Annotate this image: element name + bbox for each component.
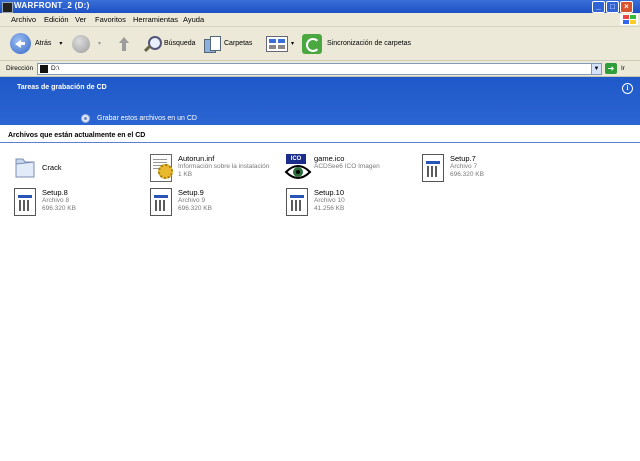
window-title: WARFRONT_2 (D:) [14, 1, 90, 10]
menu-archivo[interactable]: Archivo [11, 15, 36, 24]
menu-ayuda[interactable]: Ayuda [183, 15, 204, 24]
document-icon [420, 152, 448, 184]
search-icon [143, 35, 162, 53]
forward-button[interactable]: ▾ [72, 27, 101, 60]
file-name: Setup.8 [42, 188, 68, 197]
folders-button[interactable]: Carpetas [204, 27, 252, 60]
chevron-down-icon[interactable]: ▾ [291, 40, 294, 47]
windows-logo-icon [620, 14, 638, 25]
ico-image-icon: ICO [284, 152, 312, 184]
go-arrow-icon[interactable]: ➜ [605, 63, 617, 74]
toolbar: Atrás ▾ ▾ Búsqueda Carpetas ▾ Sincroniza… [0, 27, 640, 61]
burn-cd-action[interactable]: Grabar estos archivos en un CD [81, 114, 197, 123]
file-size: 41.256 KB [314, 205, 345, 212]
back-button[interactable]: Atrás ▾ [10, 27, 62, 60]
file-item-setup-8[interactable]: Setup.8 Archivo 8 696.320 KB [12, 186, 147, 226]
search-label: Búsqueda [164, 40, 196, 47]
menu-bar: Archivo Edición Ver Favoritos Herramient… [0, 13, 640, 27]
folder-icon [12, 152, 40, 184]
go-button[interactable]: Ir [621, 65, 625, 72]
file-item-setup-7[interactable]: Setup.7 Archivo 7 696.320 KB [420, 152, 555, 192]
search-button[interactable]: Búsqueda [143, 27, 196, 60]
forward-arrow-icon [72, 34, 90, 53]
menu-edicion[interactable]: Edición [44, 15, 69, 24]
cd-disc-icon [81, 114, 90, 123]
sync-icon [302, 33, 322, 54]
file-name: Setup.7 [450, 154, 476, 163]
file-type: Información sobre la instalación [178, 163, 270, 170]
up-folder-button[interactable] [116, 27, 130, 60]
back-label: Atrás [35, 40, 52, 47]
cd-tasks-panel: Tareas de grabación de CD i Grabar estos… [0, 77, 640, 125]
cd-drive-icon [40, 65, 48, 73]
views-icon [266, 35, 288, 52]
document-icon [148, 186, 176, 218]
folders-label: Carpetas [224, 40, 253, 47]
maximize-button[interactable]: □ [606, 1, 619, 13]
menu-ver[interactable]: Ver [75, 15, 86, 24]
address-input[interactable]: D:\ ▼ [37, 63, 602, 75]
files-section-title: Archivos que están actualmente en el CD [8, 132, 146, 139]
chevron-down-icon: ▾ [98, 41, 102, 47]
burn-cd-label: Grabar estos archivos en un CD [97, 115, 197, 122]
up-arrow-icon [116, 36, 130, 51]
file-name: Setup.10 [314, 188, 345, 197]
file-item-setup-9[interactable]: Setup.9 Archivo 9 696.320 KB [148, 186, 283, 226]
chevron-down-icon[interactable]: ▾ [59, 40, 62, 47]
title-bar[interactable]: WARFRONT_2 (D:) _ □ × [0, 0, 640, 13]
file-size: 696.320 KB [42, 205, 76, 212]
document-icon [284, 186, 312, 218]
file-type: Archivo 9 [178, 197, 206, 204]
file-name: Crack [42, 163, 62, 172]
views-button[interactable]: ▾ [266, 27, 294, 60]
sync-label: Sincronización de carpetas [327, 40, 412, 47]
sync-folders-button[interactable]: Sincronización de carpetas [302, 27, 411, 60]
file-type: Archivo 7 [450, 163, 478, 170]
menu-herramientas[interactable]: Herramientas [133, 15, 178, 24]
menu-favoritos[interactable]: Favoritos [95, 15, 126, 24]
file-type: ACDSee6 ICO Imagen [314, 163, 380, 170]
address-bar: Dirección D:\ ▼ ➜ Ir [0, 61, 640, 77]
file-item-setup-10[interactable]: Setup.10 Archivo 10 41.256 KB [284, 186, 419, 226]
cd-drive-icon [2, 2, 13, 13]
file-size: 1 KB [178, 171, 193, 178]
address-value: D:\ [51, 65, 60, 72]
chevron-down-icon[interactable]: ▼ [591, 64, 601, 74]
close-button[interactable]: × [620, 1, 633, 13]
file-name: Autorun.inf [178, 154, 215, 163]
folders-icon [204, 35, 221, 53]
document-icon [12, 186, 40, 218]
back-arrow-icon [10, 33, 31, 54]
setup-info-icon [148, 152, 176, 184]
file-name: Setup.9 [178, 188, 204, 197]
section-divider [0, 142, 640, 143]
file-size: 696.320 KB [178, 205, 212, 212]
address-label: Dirección [6, 65, 34, 72]
info-icon[interactable]: i [622, 83, 633, 94]
file-name: game.ico [314, 154, 345, 163]
minimize-button[interactable]: _ [592, 1, 605, 13]
file-type: Archivo 8 [42, 197, 70, 204]
file-type: Archivo 10 [314, 197, 345, 204]
cd-tasks-title: Tareas de grabación de CD [17, 84, 107, 91]
file-size: 696.320 KB [450, 171, 484, 178]
